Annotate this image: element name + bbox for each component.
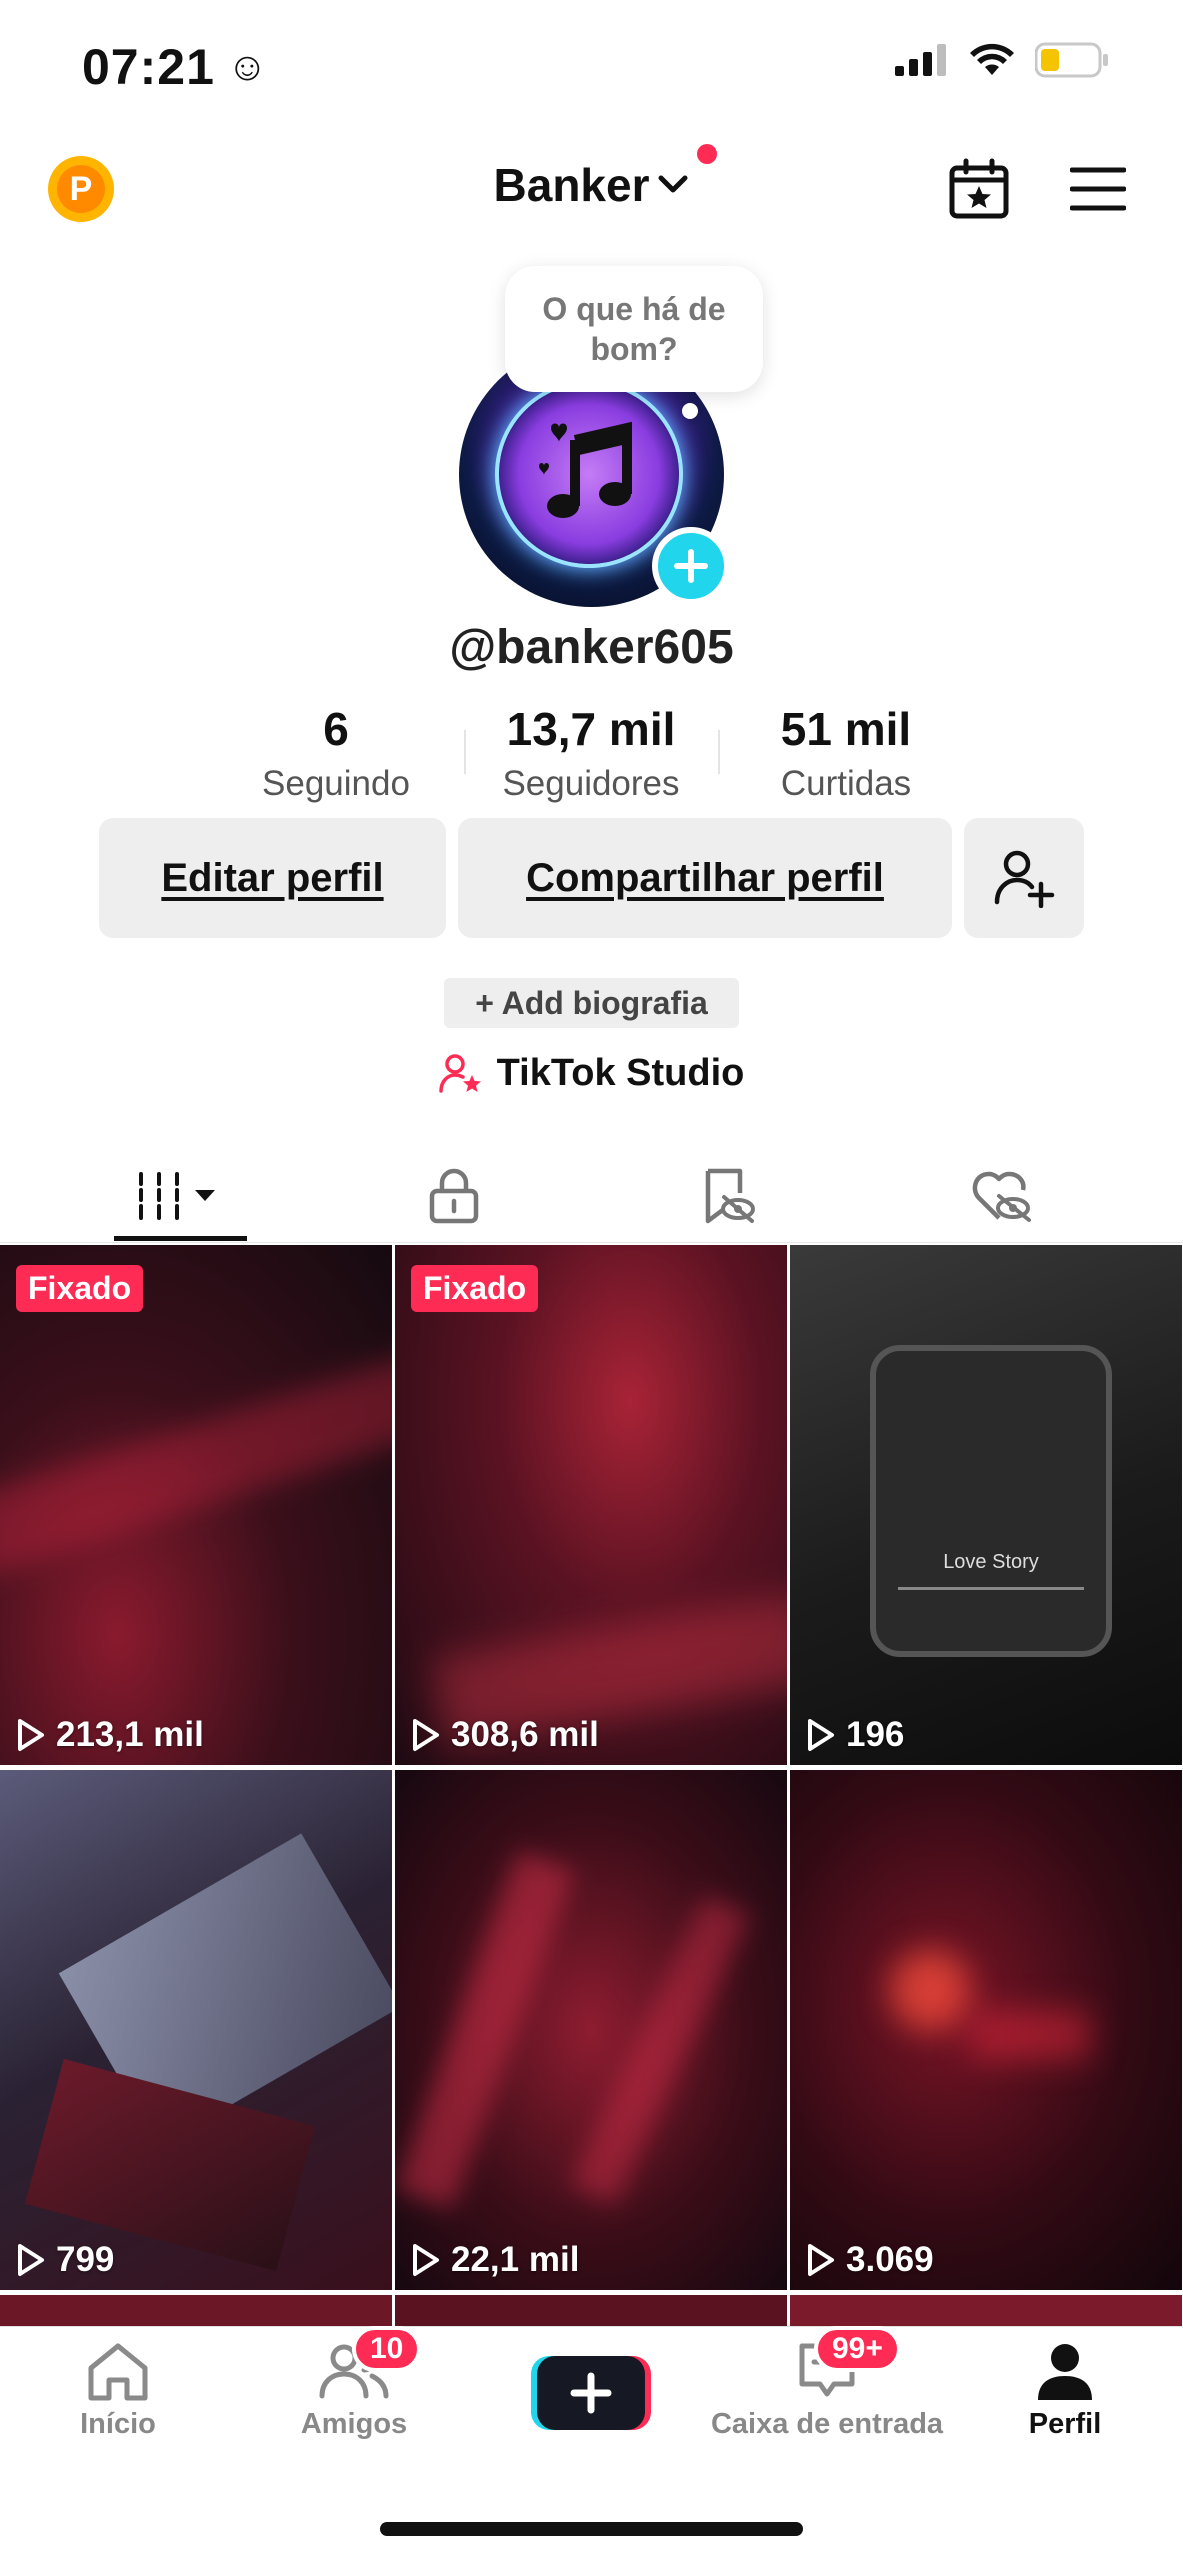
home-icon (88, 2343, 148, 2401)
view-count-text: 213,1 mil (56, 1715, 204, 1754)
view-count-text: 308,6 mil (451, 1715, 599, 1754)
lock-icon (429, 1168, 479, 1224)
song-progress (898, 1587, 1084, 1590)
tab-liked[interactable] (902, 1155, 1102, 1237)
friends-badge: 10 (352, 2326, 422, 2372)
wifi-icon (970, 43, 1014, 75)
profile-handle: @banker605 (449, 621, 734, 674)
play-icon (808, 1719, 834, 1751)
video-thumbnail-4[interactable]: 799 (0, 1770, 392, 2290)
stat-likes-value: 51 mil (780, 703, 912, 755)
heart-hidden-icon (972, 1171, 1031, 1222)
bubble-tail (682, 403, 698, 419)
thumbnail-blur (0, 1352, 392, 1578)
view-count: 22,1 mil (411, 2240, 579, 2280)
stat-following-label: Seguindo (262, 764, 410, 803)
edit-profile-button[interactable]: Editar perfil (99, 818, 446, 938)
stat-likes[interactable]: 51 mil Curtidas (716, 702, 976, 804)
play-icon (18, 1719, 44, 1751)
tiktok-studio-link[interactable]: TikTok Studio (0, 1052, 1183, 1095)
nav-friends-label: Amigos (300, 2408, 408, 2440)
plus-icon (674, 549, 708, 583)
stat-followers-label: Seguidores (502, 764, 680, 803)
video-thumbnail-partial[interactable] (0, 2295, 392, 2327)
pinned-badge: Fixado (411, 1265, 539, 1312)
tab-private[interactable] (354, 1155, 554, 1237)
view-count: 196 (806, 1715, 904, 1755)
create-button[interactable] (531, 2352, 651, 2432)
video-thumbnail-partial[interactable] (395, 2295, 787, 2327)
view-count-text: 3.069 (846, 2240, 934, 2279)
grid-bars-icon (139, 1172, 215, 1220)
active-tab-indicator (114, 1236, 247, 1241)
video-thumbnail-1[interactable]: Fixado 213,1 mil (0, 1245, 392, 1765)
video-thumbnail-5[interactable]: 22,1 mil (395, 1770, 787, 2290)
pinned-badge: Fixado (16, 1265, 144, 1312)
inbox-badge: 99+ (814, 2326, 901, 2372)
nav-home[interactable]: Início (0, 2340, 236, 2441)
add-avatar-button[interactable] (652, 527, 730, 605)
play-icon (413, 2244, 439, 2276)
music-note-icon (539, 421, 632, 518)
stat-following-value: 6 (323, 703, 349, 755)
notification-dot (697, 144, 718, 164)
chevron-down-icon (658, 175, 688, 193)
thumbnail-light (890, 1950, 970, 2030)
video-thumbnail-partial[interactable] (790, 2295, 1182, 2327)
view-count: 308,6 mil (411, 1715, 599, 1755)
thumbnail-light (970, 2010, 1090, 2060)
tab-videos[interactable] (80, 1155, 280, 1237)
view-count-text: 799 (56, 2240, 115, 2279)
thumbnail-blur (395, 1850, 575, 2210)
view-count: 3.069 (806, 2240, 934, 2280)
profile-icon (1038, 2344, 1092, 2400)
menu-icon[interactable] (1070, 166, 1126, 212)
tab-divider (0, 1242, 1183, 1243)
add-bio-button[interactable]: + Add biografia (444, 978, 739, 1028)
stat-followers[interactable]: 13,7 mil Seguidores (461, 702, 721, 804)
signal-icon (895, 44, 946, 76)
status-bubble[interactable]: O que há de bom? (505, 266, 763, 392)
nav-profile[interactable]: Perfil (947, 2340, 1183, 2441)
battery-icon (1035, 42, 1108, 78)
view-count-text: 196 (846, 1715, 905, 1754)
video-thumbnail-6[interactable]: 3.069 (790, 1770, 1182, 2290)
nav-inbox-label: Caixa de entrada (710, 2408, 944, 2440)
stat-followers-value: 13,7 mil (506, 703, 676, 755)
status-time: 07:21 ☺ (82, 38, 269, 96)
view-count-text: 22,1 mil (451, 2240, 580, 2279)
song-title: Love Story (943, 1551, 1039, 1573)
nav-profile-label: Perfil (1028, 2408, 1102, 2440)
tiktok-studio-label: TikTok Studio (496, 1052, 745, 1094)
status-icons (895, 42, 1109, 78)
status-time-text: 07:21 (82, 39, 215, 95)
add-user-icon (994, 850, 1055, 908)
play-icon (18, 2244, 44, 2276)
phone-mockup: Love Story (870, 1345, 1112, 1657)
video-thumbnail-3[interactable]: Love Story 196 (790, 1245, 1182, 1765)
add-friend-button[interactable] (964, 818, 1084, 938)
status-bubble-text: O que há de bom? (542, 291, 726, 367)
bookmark-hidden-icon (705, 1168, 755, 1224)
play-icon (808, 2244, 834, 2276)
calendar-star-icon[interactable] (948, 158, 1010, 220)
thumbnail-blur (569, 1894, 751, 2206)
smiley-icon: ☺ (226, 44, 269, 89)
home-indicator (380, 2522, 803, 2536)
view-count: 799 (16, 2240, 114, 2280)
stat-following[interactable]: 6 Seguindo (206, 702, 466, 804)
video-thumbnail-2[interactable]: Fixado 308,6 mil (395, 1245, 787, 1765)
tab-saved[interactable] (628, 1155, 828, 1237)
share-profile-button[interactable]: Compartilhar perfil (458, 818, 952, 938)
account-name: Banker (493, 159, 650, 211)
view-count: 213,1 mil (16, 1715, 204, 1755)
user-star-icon (438, 1053, 481, 1093)
nav-home-label: Início (80, 2408, 156, 2440)
stat-likes-label: Curtidas (780, 764, 912, 803)
play-icon (413, 1719, 439, 1751)
